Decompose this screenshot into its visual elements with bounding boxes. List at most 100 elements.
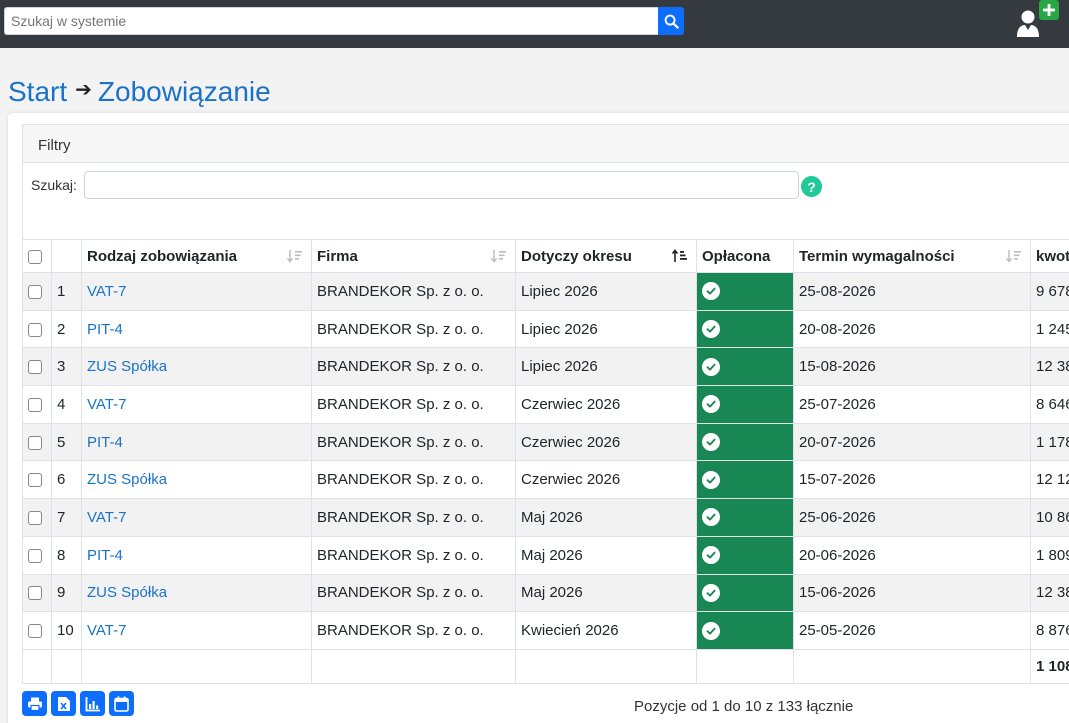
- firm-cell: BRANDEKOR Sp. z o. o.: [311, 385, 516, 424]
- period-cell: Czerwiec 2026: [515, 385, 697, 424]
- calendar-icon: [114, 696, 129, 712]
- row-checkbox[interactable]: [28, 284, 42, 299]
- obligations-table: Rodzaj zobowiązania Firma Dotyczy okresu…: [22, 239, 1069, 684]
- calendar-button[interactable]: [109, 691, 134, 716]
- excel-icon: [57, 696, 70, 711]
- obligation-type-cell: VAT-7: [81, 611, 312, 650]
- row-checkbox[interactable]: [28, 397, 42, 412]
- check-circle-icon: [702, 508, 720, 527]
- breadcrumb: Start ➔ Zobowiązanie: [8, 76, 271, 108]
- amount-cell: 10 86: [1030, 498, 1069, 537]
- row-select-cell: [22, 573, 52, 613]
- select-all-cell: [22, 239, 52, 273]
- period-cell: Maj 2026: [515, 535, 697, 575]
- obligation-type-link[interactable]: VAT-7: [87, 622, 126, 639]
- column-header-due-date[interactable]: Termin wymagalności: [793, 239, 1031, 273]
- table-row[interactable]: 9 ZUS Spółka BRANDEKOR Sp. z o. o. Maj 2026…: [22, 573, 1069, 613]
- table-footer-row: 1 108: [22, 648, 1069, 684]
- period-cell: Maj 2026: [515, 498, 697, 537]
- due-date-cell: 25-06-2026: [793, 498, 1031, 537]
- column-header-firm[interactable]: Firma: [311, 239, 516, 273]
- row-select-cell: [22, 347, 52, 387]
- check-circle-icon: [702, 357, 720, 376]
- obligation-type-cell: VAT-7: [81, 385, 312, 424]
- check-circle-icon: [702, 282, 720, 301]
- row-select-cell: [22, 498, 52, 537]
- obligation-type-link[interactable]: PIT-4: [87, 321, 123, 338]
- filter-search-input[interactable]: [83, 171, 799, 199]
- check-circle-icon: [702, 320, 720, 339]
- obligation-type-link[interactable]: VAT-7: [87, 283, 126, 300]
- table-row[interactable]: 6 ZUS Spółka BRANDEKOR Sp. z o. o. Czerwiec…: [22, 460, 1069, 500]
- paid-cell: [696, 535, 794, 575]
- amount-cell: 8 876: [1030, 611, 1069, 650]
- search-button[interactable]: [658, 7, 684, 35]
- row-checkbox[interactable]: [28, 360, 42, 375]
- row-checkbox[interactable]: [28, 322, 42, 337]
- check-circle-icon: [702, 395, 720, 414]
- check-circle-icon: [702, 621, 720, 640]
- obligation-type-link[interactable]: VAT-7: [87, 396, 126, 413]
- paid-cell: [696, 460, 794, 500]
- obligation-type-link[interactable]: VAT-7: [87, 509, 126, 526]
- table-row[interactable]: 8 PIT-4 BRANDEKOR Sp. z o. o. Maj 2026 20-06…: [22, 535, 1069, 575]
- obligation-type-cell: ZUS Spółka: [81, 347, 312, 387]
- row-number: 3: [51, 347, 82, 387]
- row-number: 1: [51, 272, 82, 311]
- sort-ascending-icon: [672, 249, 687, 262]
- row-checkbox[interactable]: [28, 473, 42, 488]
- row-checkbox[interactable]: [28, 548, 42, 563]
- period-cell: Lipiec 2026: [515, 309, 697, 349]
- chart-icon: [85, 696, 100, 711]
- breadcrumb-start-link[interactable]: Start: [8, 76, 67, 108]
- amount-cell: 8 646: [1030, 385, 1069, 424]
- filters-title[interactable]: Filtry: [23, 125, 1069, 163]
- obligation-type-link[interactable]: PIT-4: [87, 547, 123, 564]
- obligation-type-link[interactable]: ZUS Spółka: [87, 358, 167, 375]
- column-header-paid[interactable]: Opłacona: [696, 239, 794, 273]
- row-select-cell: [22, 385, 52, 424]
- table-row[interactable]: 7 VAT-7 BRANDEKOR Sp. z o. o. Maj 2026 25-06…: [22, 498, 1069, 537]
- print-button[interactable]: [22, 691, 47, 716]
- firm-cell: BRANDEKOR Sp. z o. o.: [311, 309, 516, 349]
- firm-cell: BRANDEKOR Sp. z o. o.: [311, 535, 516, 575]
- table-row[interactable]: 10 VAT-7 BRANDEKOR Sp. z o. o. Kwiecień 202…: [22, 611, 1069, 650]
- row-checkbox[interactable]: [28, 586, 42, 601]
- row-number: 4: [51, 385, 82, 424]
- chart-button[interactable]: [80, 691, 105, 716]
- paid-cell: [696, 422, 794, 462]
- help-icon[interactable]: ?: [801, 176, 822, 197]
- row-checkbox[interactable]: [28, 624, 42, 639]
- obligation-type-cell: ZUS Spółka: [81, 460, 312, 500]
- amount-cell: 1 809: [1030, 535, 1069, 575]
- select-all-checkbox[interactable]: [28, 249, 42, 264]
- amount-cell: 12 38: [1030, 347, 1069, 387]
- sort-icon: [1006, 250, 1021, 263]
- top-bar: [0, 0, 1069, 48]
- row-number: 6: [51, 460, 82, 500]
- table-row[interactable]: 2 PIT-4 BRANDEKOR Sp. z o. o. Lipiec 2026 20…: [22, 309, 1069, 349]
- obligation-type-cell: VAT-7: [81, 272, 312, 311]
- table-row[interactable]: 1 VAT-7 BRANDEKOR Sp. z o. o. Lipiec 2026 25…: [22, 272, 1069, 311]
- column-header-type[interactable]: Rodzaj zobowiązania: [81, 239, 312, 273]
- check-circle-icon: [702, 470, 720, 489]
- add-user-icon[interactable]: [1039, 0, 1059, 20]
- column-header-period[interactable]: Dotyczy okresu: [515, 239, 697, 273]
- table-row[interactable]: 3 ZUS Spółka BRANDEKOR Sp. z o. o. Lipiec 2…: [22, 347, 1069, 387]
- obligation-type-link[interactable]: ZUS Spółka: [87, 471, 167, 488]
- due-date-cell: 25-07-2026: [793, 385, 1031, 424]
- table-row[interactable]: 4 VAT-7 BRANDEKOR Sp. z o. o. Czerwiec 2026…: [22, 385, 1069, 424]
- row-checkbox[interactable]: [28, 435, 42, 450]
- filters-panel: Filtry Szukaj: ?: [22, 124, 1069, 240]
- arrow-right-icon: ➔: [75, 78, 92, 101]
- obligation-type-link[interactable]: PIT-4: [87, 434, 123, 451]
- paid-cell: [696, 611, 794, 650]
- global-search-input[interactable]: [4, 7, 658, 35]
- column-header-amount[interactable]: kwot: [1030, 239, 1069, 273]
- excel-export-button[interactable]: [51, 691, 76, 716]
- period-cell: Kwiecień 2026: [515, 611, 697, 650]
- row-checkbox[interactable]: [28, 511, 42, 525]
- due-date-cell: 20-06-2026: [793, 535, 1031, 575]
- obligation-type-link[interactable]: ZUS Spółka: [87, 584, 167, 601]
- table-row[interactable]: 5 PIT-4 BRANDEKOR Sp. z o. o. Czerwiec 2026…: [22, 422, 1069, 462]
